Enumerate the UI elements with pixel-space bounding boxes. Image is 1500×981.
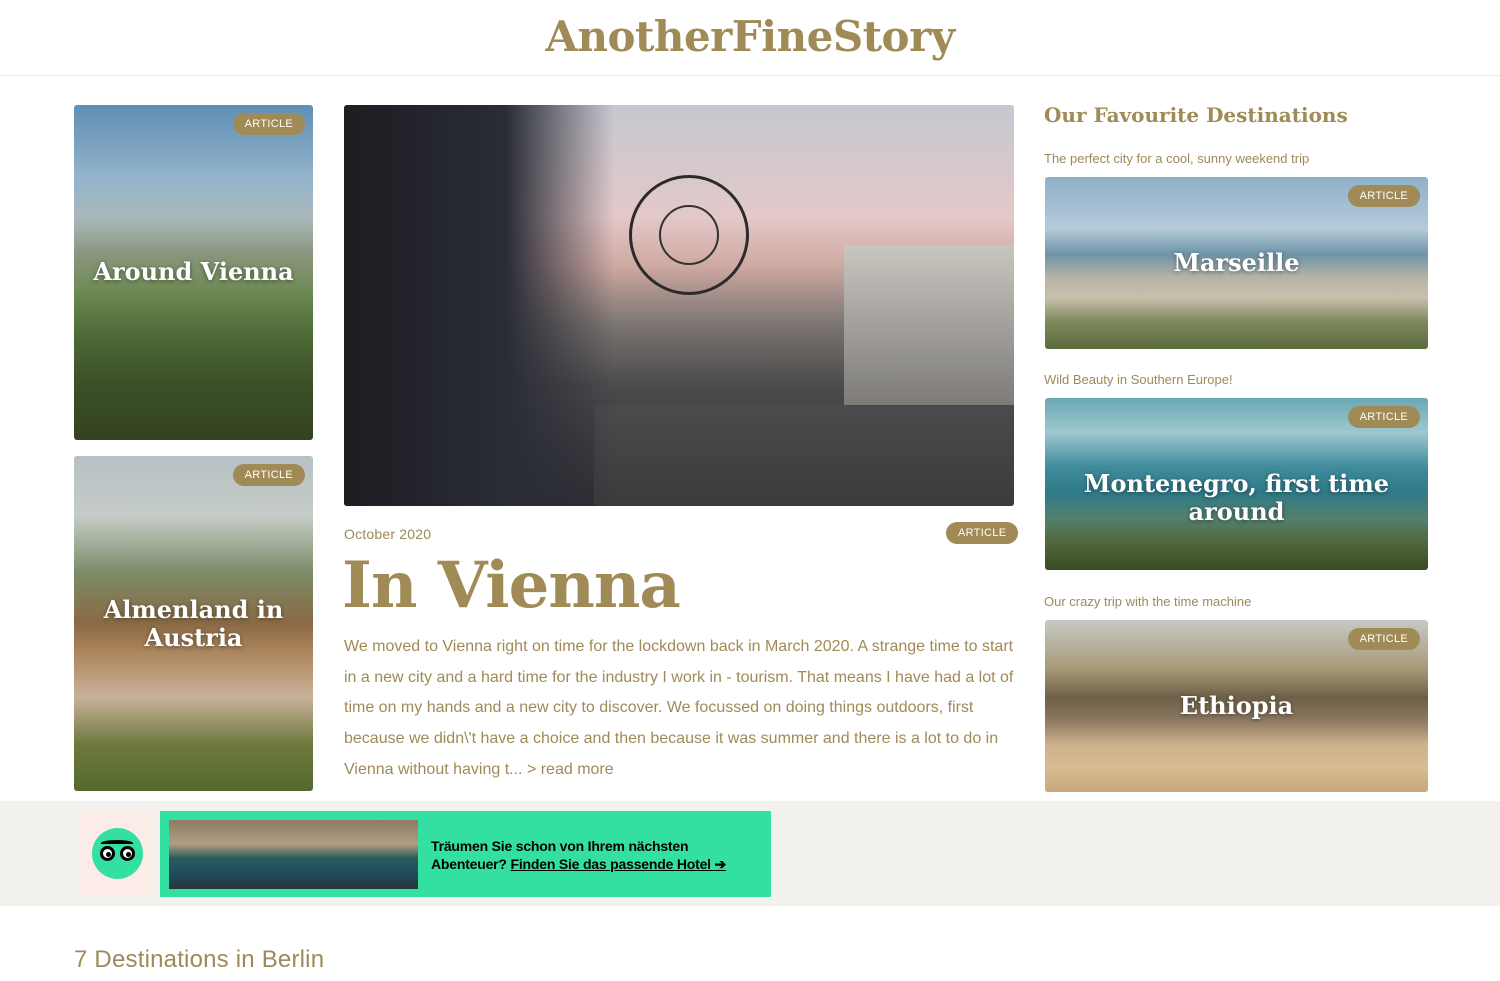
owl-right-pupil [126,852,131,857]
ferris-wheel-hub [659,205,719,265]
site-logo[interactable]: AnotherFineStory [545,12,955,61]
read-more-link[interactable]: > read more [527,761,614,778]
hero-shadow [344,105,614,506]
article-badge: ARTICLE [1347,185,1420,207]
owl-left-pupil [106,852,111,857]
sidebar-heading: Our Favourite Destinations [1044,103,1348,127]
featured-image[interactable] [344,105,1014,506]
ad-pool-photo [169,820,418,889]
featured-badge: ARTICLE [946,522,1019,544]
card-title: Almenland in Austria [103,595,284,652]
article-badge: ARTICLE [1347,628,1420,650]
ad-text: Träumen Sie schon von Ihrem nächsten Abe… [431,837,761,873]
sidebar-subtitle: Our crazy trip with the time machine [1044,594,1252,609]
sidebar-subtitle: The perfect city for a cool, sunny weeke… [1044,151,1310,166]
card-title: Montenegro, first time around [1083,469,1390,526]
card-title: Around Vienna [93,257,294,286]
card-title: Ethiopia [1179,691,1294,720]
hero-street [594,405,1014,506]
card-around-vienna[interactable]: ARTICLE Around Vienna [74,105,313,440]
article-badge: ARTICLE [1347,406,1420,428]
card-title: Marseille [1173,248,1300,277]
article-badge: ARTICLE [232,113,305,135]
featured-date: October 2020 [344,526,432,542]
card-marseille[interactable]: ARTICLE Marseille [1045,177,1428,349]
excerpt-text: We moved to Vienna right on time for the… [344,638,1014,778]
article-badge: ARTICLE [232,464,305,486]
hero-building [844,245,1014,405]
card-almenland-austria[interactable]: ARTICLE Almenland in Austria [74,456,313,791]
ad-hotel-link[interactable]: Finden Sie das passende Hotel ➔ [510,856,726,872]
sidebar-subtitle: Wild Beauty in Southern Europe! [1044,372,1233,387]
featured-title[interactable]: In Vienna [342,548,681,624]
card-ethiopia[interactable]: ARTICLE Ethiopia [1045,620,1428,792]
section-title: 7 Destinations in Berlin [74,946,325,973]
featured-excerpt: We moved to Vienna right on time for the… [344,632,1014,786]
card-montenegro[interactable]: ARTICLE Montenegro, first time around [1045,398,1428,570]
site-header: AnotherFineStory [0,0,1500,76]
